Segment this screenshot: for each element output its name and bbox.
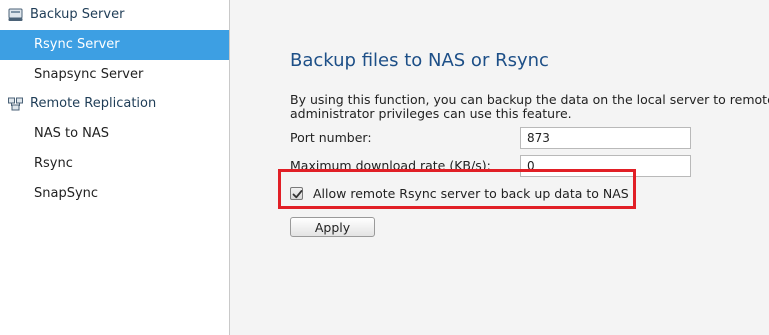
sidebar-item-label: NAS to NAS bbox=[34, 126, 110, 141]
sidebar: Backup Server Rsync Server Snapsync Serv… bbox=[0, 0, 230, 335]
network-icon bbox=[8, 97, 23, 111]
port-number-label: Port number: bbox=[290, 130, 372, 145]
sidebar-item-label: Rsync Server bbox=[34, 37, 120, 52]
sidebar-item-nas-to-nas[interactable]: NAS to NAS bbox=[0, 119, 229, 149]
sidebar-item-snapsync[interactable]: SnapSync bbox=[0, 179, 229, 209]
sidebar-item-label: SnapSync bbox=[34, 186, 99, 201]
description: By using this function, you can backup t… bbox=[290, 93, 769, 121]
server-icon bbox=[8, 8, 23, 22]
sidebar-group-backup-server[interactable]: Backup Server bbox=[0, 1, 229, 29]
sidebar-group-remote-replication[interactable]: Remote Replication bbox=[0, 90, 229, 118]
sidebar-group-label: Backup Server bbox=[30, 7, 125, 22]
checkmark-icon bbox=[292, 190, 303, 199]
sidebar-item-rsync-server[interactable]: Rsync Server bbox=[0, 30, 229, 60]
description-line-2: administrator privileges can use this fe… bbox=[290, 106, 572, 121]
sidebar-group-label: Remote Replication bbox=[30, 96, 157, 111]
apply-button[interactable]: Apply bbox=[290, 217, 375, 237]
port-number-input[interactable] bbox=[520, 127, 691, 149]
main-content: Backup files to NAS or Rsync By using th… bbox=[230, 0, 769, 335]
sidebar-item-snapsync-server[interactable]: Snapsync Server bbox=[0, 60, 229, 90]
page-title: Backup files to NAS or Rsync bbox=[290, 50, 549, 71]
allow-remote-rsync-checkbox[interactable] bbox=[290, 187, 303, 200]
allow-remote-rsync-label[interactable]: Allow remote Rsync server to back up dat… bbox=[313, 186, 629, 201]
sidebar-item-label: Rsync bbox=[34, 156, 73, 171]
sidebar-item-rsync[interactable]: Rsync bbox=[0, 149, 229, 179]
sidebar-item-label: Snapsync Server bbox=[34, 67, 144, 82]
description-line-1: By using this function, you can backup t… bbox=[290, 92, 769, 107]
